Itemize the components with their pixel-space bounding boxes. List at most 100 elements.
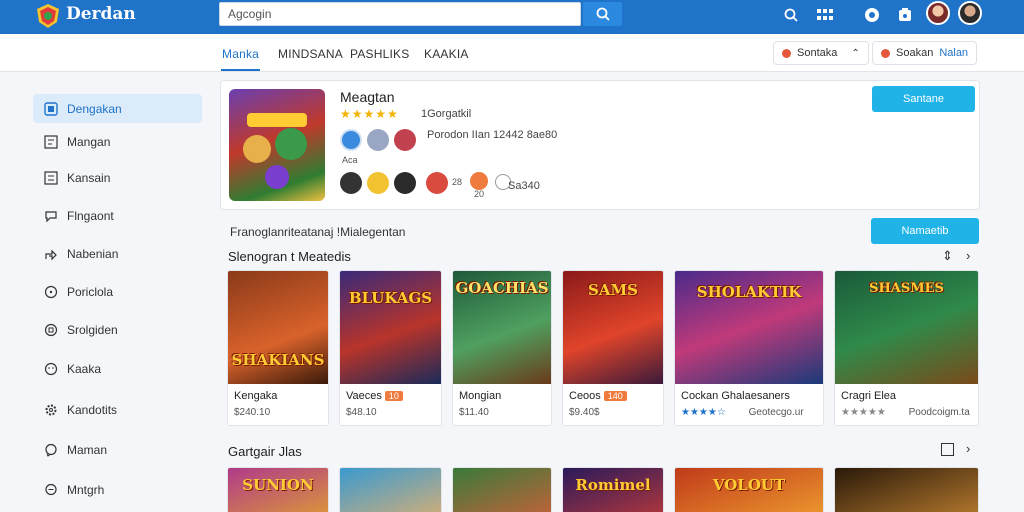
game-card-art-title: SAMS [588,281,638,299]
rating-label: 1Gorgatkil [421,108,472,120]
featured-game-title[interactable]: Meagtan [340,89,394,105]
search-input[interactable]: Agcogin [219,2,581,26]
game-card-price: $9.40$ [569,407,600,418]
game-card-image[interactable]: SAMS [563,271,663,384]
game-card-title[interactable]: Vaeces 10 [346,390,403,402]
chevron-right-icon[interactable]: › [966,248,970,263]
badge-icon [43,322,59,338]
player-avatar[interactable] [340,129,362,151]
game-card[interactable] [834,467,979,512]
clock-icon [43,284,59,300]
game-card[interactable]: Romimel [562,467,664,512]
game-card-art-title: SUNION [242,476,314,494]
section-title: Gartgair Jlas [228,444,302,459]
game-card-title[interactable]: Cragri Elea [841,390,896,402]
tab-bar: Manka MINDSANA PASHLIKS KAAKIA Sontaka ⌃… [0,34,1024,72]
game-card[interactable]: GOACHIAS Mongian $11.40 [452,270,552,426]
game-card-sub: Poodcoigm.ta [908,407,970,418]
chevron-up-icon: ⌃ [851,47,860,59]
count-label: 28 [452,177,463,187]
chevron-right-icon[interactable]: › [966,441,970,456]
sort-dropdown[interactable]: Sontaka ⌃ [773,41,869,65]
tab-mindsana[interactable]: MINDSANA [278,47,343,61]
game-card-image[interactable]: SHOLAKTIK [675,271,823,384]
featured-game-image[interactable] [229,89,325,201]
player-avatar[interactable] [426,172,448,194]
tab-pashliks[interactable]: PASHLIKS [350,47,409,61]
game-card[interactable]: BLUKAGS Vaeces 10 $48.10 [339,270,442,426]
player-avatar[interactable] [340,172,362,194]
sidebar-item-mangan[interactable]: Mangan [33,127,202,156]
tab-kaakia[interactable]: KAAKIA [424,47,469,61]
sidebar-item-flngaont[interactable]: Flngaont [33,201,202,230]
game-card-price: $11.40 [459,407,489,418]
game-card-title-text: Ceoos [569,390,601,402]
notification-icon[interactable] [896,6,914,24]
game-card[interactable]: SHOLAKTIK Cockan Ghalaesaners ★★★★☆ Geot… [674,270,824,426]
featured-game-card[interactable]: Meagtan ★★★★★ 1Gorgatkil Porodon IIan 12… [220,80,980,210]
sidebar-item-srolgiden[interactable]: Srolgiden [33,315,202,344]
game-card-image[interactable]: GOACHIAS [453,271,551,384]
game-card[interactable]: SHAKIANS Kengaka $240.10 [227,270,329,426]
sidebar-item-dengakan[interactable]: Dengakan [33,94,202,123]
player-avatar[interactable] [367,129,389,151]
player-label: Aca [342,155,358,165]
see-all-button[interactable]: Namaetib [871,218,979,244]
sidebar-item-kansain[interactable]: Kansain [33,163,202,192]
game-card-title[interactable]: Cockan Ghalaesaners [681,390,790,402]
game-card-art-title: BLUKAGS [348,289,433,307]
game-card-art-title: Romimel [575,476,651,494]
expand-icon[interactable]: ⇕ [942,248,953,264]
sidebar-item-poriclola[interactable]: Poriclola [33,277,202,306]
game-card-title[interactable]: Ceoos 140 [569,390,627,402]
gear-icon [43,402,59,418]
featured-meta-text: Porodon IIan 12442 8ae80 [427,129,558,141]
game-card-image[interactable]: SHASMES [835,271,978,384]
game-card-image[interactable]: SHAKIANS [228,271,328,384]
gamepad-icon[interactable] [863,6,881,24]
apps-grid-icon[interactable] [816,6,834,24]
game-card[interactable]: VOLOUT [674,467,824,512]
sidebar-item-kandotits[interactable]: Kandotits [33,395,202,424]
sidebar-item-label: Maman [67,442,108,457]
tab-manka[interactable]: Manka [222,47,259,61]
game-card-title[interactable]: Kengaka [234,390,277,402]
discount-badge: 140 [603,391,627,401]
fire-icon [470,172,488,190]
sidebar-item-label: Kaaka [67,361,102,376]
game-card-title[interactable]: Mongian [459,390,501,402]
game-card[interactable] [339,467,442,512]
status-dot-icon [782,48,791,58]
sidebar-item-label: Mntgrh [67,482,105,497]
sidebar-item-label: Srolgiden [67,322,118,337]
game-card[interactable]: SHASMES Cragri Elea ★★★★★ Poodcoigm.ta [834,270,979,426]
search-icon[interactable] [782,6,800,24]
sidebar-item-label: Kansain [67,170,111,185]
avatar[interactable] [926,1,950,25]
sidebar-item-nabenian[interactable]: Nabenian [33,239,202,268]
sidebar-item-kaaka[interactable]: Kaaka [33,354,202,383]
search-button[interactable] [583,2,622,26]
game-card[interactable]: SAMS Ceoos 140 $9.40$ [562,270,664,426]
logo-icon [34,2,62,30]
sidebar-item-label: Nabenian [67,246,119,261]
featured-action-button[interactable]: Santane [872,86,975,112]
game-card[interactable] [452,467,552,512]
home-icon [43,101,59,117]
player-avatar[interactable] [394,129,416,151]
count-label: 20 [474,189,485,199]
game-card-art-title: SHAKIANS [231,351,325,369]
avatar[interactable] [958,1,982,25]
filter-value: Nalan [939,47,969,59]
player-avatar[interactable] [394,172,416,194]
sidebar-item-maman[interactable]: Maman [33,435,202,464]
sidebar-item-mntgrh[interactable]: Mntgrh [33,475,202,504]
game-card-image[interactable]: BLUKAGS [340,271,441,384]
section-title: Slenogran t Meatedis [228,249,351,264]
game-card[interactable]: SUNION [227,467,329,512]
filter-button[interactable]: Soakan Nalan [872,41,978,65]
player-avatar[interactable] [367,172,389,194]
window-icon[interactable] [941,443,954,456]
app-name[interactable]: Derdan [66,4,136,24]
game-card-art-title: SHOLAKTIK [696,283,802,301]
